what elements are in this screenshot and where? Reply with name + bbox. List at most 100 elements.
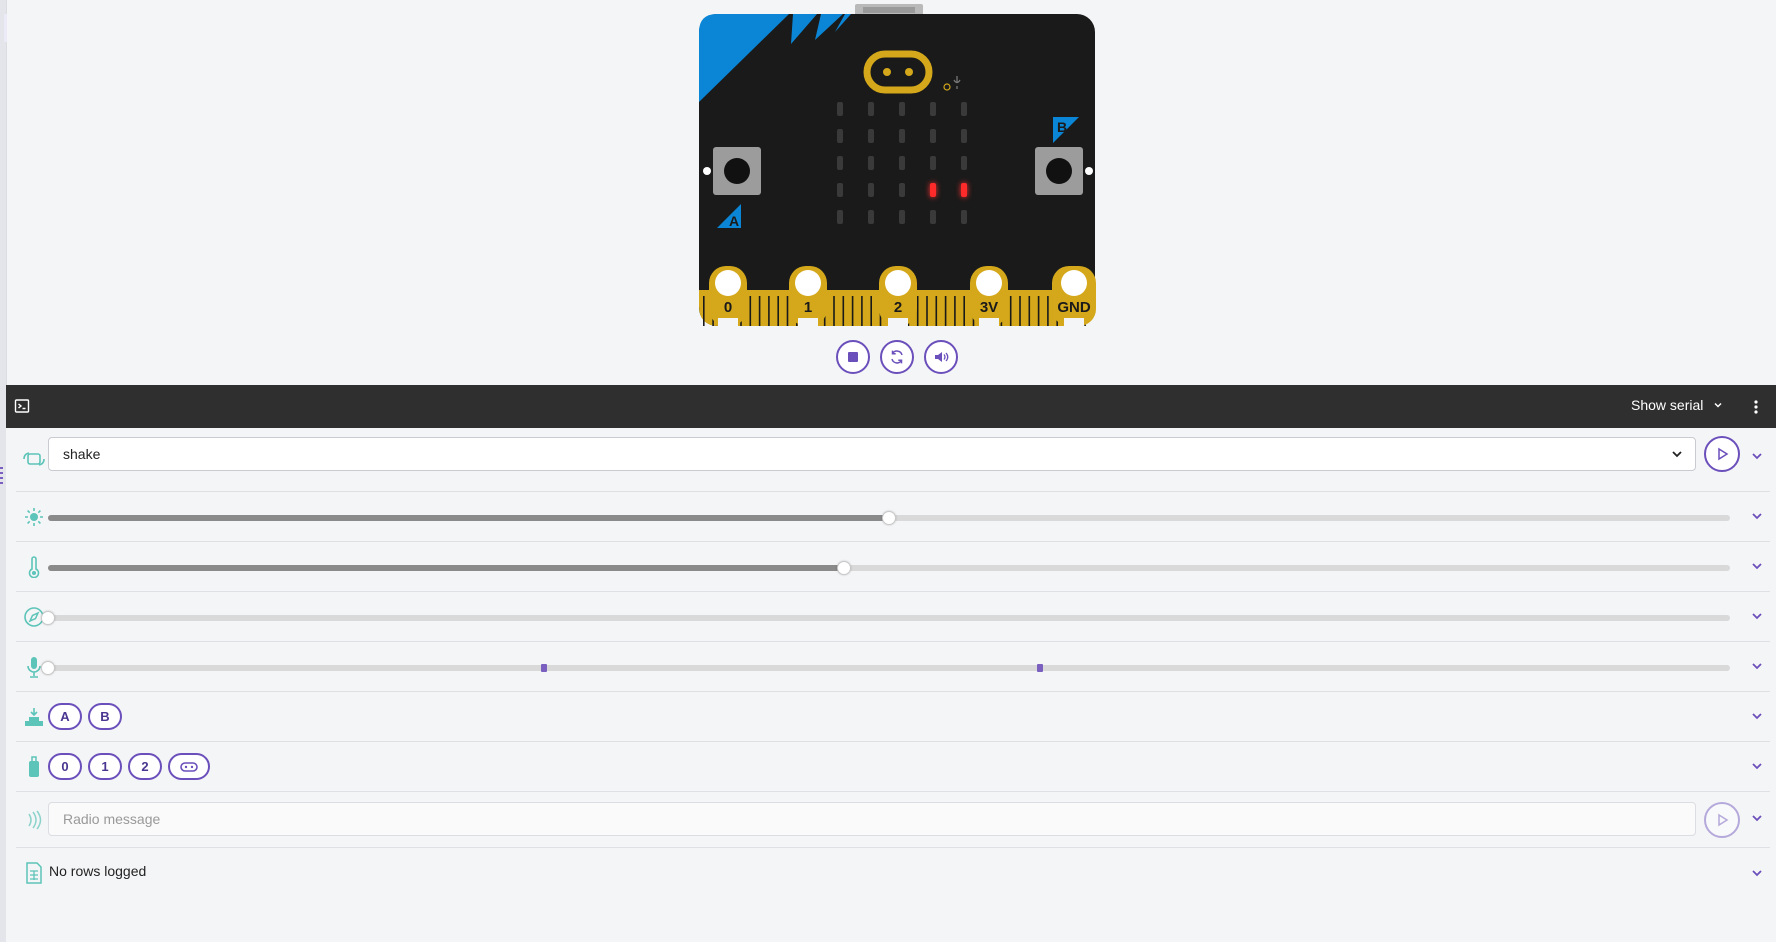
- temperature-slider-fill: [48, 565, 844, 571]
- serial-more-options-button[interactable]: [1748, 397, 1764, 417]
- temperature-slider[interactable]: [48, 561, 1730, 575]
- temperature-slider-thumb[interactable]: [836, 561, 851, 575]
- pin-hole: [715, 270, 741, 296]
- expand-sound-button[interactable]: [1749, 658, 1765, 674]
- expand-accelerometer-button[interactable]: [1749, 448, 1765, 464]
- sound-slider[interactable]: [41, 661, 1730, 675]
- button-pills: A B: [48, 703, 122, 730]
- light-slider-thumb[interactable]: [882, 511, 896, 525]
- gesture-icon: [22, 448, 46, 472]
- play-icon: [1718, 813, 1729, 827]
- expand-data-logging-button[interactable]: [1749, 865, 1765, 881]
- sun-icon: [22, 505, 46, 529]
- show-serial-button[interactable]: Show serial: [1631, 397, 1723, 413]
- spreadsheet-icon: [22, 861, 46, 885]
- sound-threshold-high-marker[interactable]: [1037, 664, 1044, 672]
- data-logging-row: No rows logged: [16, 848, 1770, 898]
- press-button-a[interactable]: A: [48, 703, 82, 730]
- logo-touch-icon: [180, 761, 198, 772]
- sensor-panel: shake A B 0 1 2 Radio message No rows lo…: [6, 428, 1776, 942]
- chevron-down-icon: [1672, 451, 1682, 458]
- edge-tooth: [1028, 296, 1031, 326]
- pin-label: GND: [1057, 299, 1091, 316]
- sound-slider-thumb[interactable]: [41, 661, 55, 675]
- expand-light-button[interactable]: [1749, 508, 1765, 524]
- expand-temperature-button[interactable]: [1749, 558, 1765, 574]
- edge-tooth: [842, 296, 845, 326]
- pin-hole: [1061, 270, 1087, 296]
- touch-pin-0[interactable]: 0: [48, 753, 82, 780]
- edge-tooth: [851, 296, 854, 326]
- led: [961, 102, 967, 116]
- edge-tooth: [703, 296, 705, 326]
- show-serial-label: Show serial: [1631, 397, 1704, 413]
- resize-grip[interactable]: [0, 467, 3, 485]
- send-radio-button[interactable]: [1704, 802, 1740, 838]
- touch-logo-button[interactable]: [168, 753, 210, 780]
- edge-tooth: [963, 296, 965, 326]
- edge-tooth: [749, 296, 752, 326]
- led: [837, 102, 843, 116]
- sound-row: [16, 642, 1770, 692]
- pin-icon: [22, 755, 46, 779]
- pins-row: 0 1 2: [16, 742, 1770, 792]
- touch-pin-1[interactable]: 1: [88, 753, 122, 780]
- compass-row: [16, 592, 1770, 642]
- edge-tooth: [1019, 296, 1021, 326]
- expand-buttons-button[interactable]: [1749, 708, 1765, 724]
- led: [930, 129, 936, 143]
- light-slider[interactable]: [48, 511, 1730, 525]
- touch-pin-2[interactable]: 2: [128, 753, 162, 780]
- restart-icon: [891, 350, 903, 364]
- volume-button[interactable]: [924, 340, 958, 374]
- chevron-down-icon: [1752, 453, 1762, 460]
- terminal-icon[interactable]: [14, 398, 30, 419]
- volume-icon: [935, 352, 949, 362]
- led: [930, 156, 936, 170]
- chevron-down-icon: [1752, 713, 1762, 720]
- edge-tooth: [777, 296, 779, 326]
- sound-threshold-low-marker[interactable]: [541, 664, 548, 672]
- compass-slider[interactable]: [41, 611, 1730, 625]
- edge-tooth: [926, 296, 928, 326]
- led: [961, 183, 967, 197]
- button-press-icon: [22, 705, 46, 729]
- pin-label: 2: [894, 299, 902, 316]
- temperature-row: [16, 542, 1770, 592]
- pin-notch: [718, 318, 738, 326]
- expand-pins-button[interactable]: [1749, 758, 1765, 774]
- chevron-down-icon: [1752, 613, 1762, 620]
- pin-label: 3V: [980, 299, 998, 316]
- chevron-down-icon: [1752, 870, 1762, 877]
- led: [930, 102, 936, 116]
- pin-pills: 0 1 2: [48, 753, 210, 780]
- edge-tooth: [1009, 296, 1012, 326]
- button-a-label: A: [729, 213, 739, 229]
- light-slider-fill: [48, 515, 889, 521]
- edge-tooth: [944, 296, 947, 326]
- gesture-select[interactable]: shake: [48, 437, 1696, 471]
- radio-waves-icon: [22, 808, 46, 832]
- expand-radio-button[interactable]: [1749, 810, 1765, 826]
- play-icon: [1718, 447, 1729, 461]
- pin-hole: [885, 270, 911, 296]
- compass-slider-thumb[interactable]: [41, 611, 55, 625]
- edge-tooth: [758, 296, 761, 326]
- radio-message-input[interactable]: Radio message: [48, 802, 1696, 836]
- led: [899, 183, 905, 197]
- edge-tooth: [954, 296, 956, 326]
- press-button-b[interactable]: B: [88, 703, 122, 730]
- stop-button[interactable]: [836, 340, 870, 374]
- edge-tooth: [833, 296, 835, 326]
- chevron-down-icon: [1752, 763, 1762, 770]
- send-gesture-button[interactable]: [1704, 436, 1740, 472]
- led: [868, 156, 874, 170]
- serial-bar: Show serial: [6, 385, 1776, 428]
- led: [899, 129, 905, 143]
- pin-label: 0: [724, 299, 732, 316]
- edge-tooth: [935, 296, 938, 326]
- led: [868, 210, 874, 224]
- radio-row: Radio message: [16, 792, 1770, 848]
- restart-button[interactable]: [880, 340, 914, 374]
- expand-compass-button[interactable]: [1749, 608, 1765, 624]
